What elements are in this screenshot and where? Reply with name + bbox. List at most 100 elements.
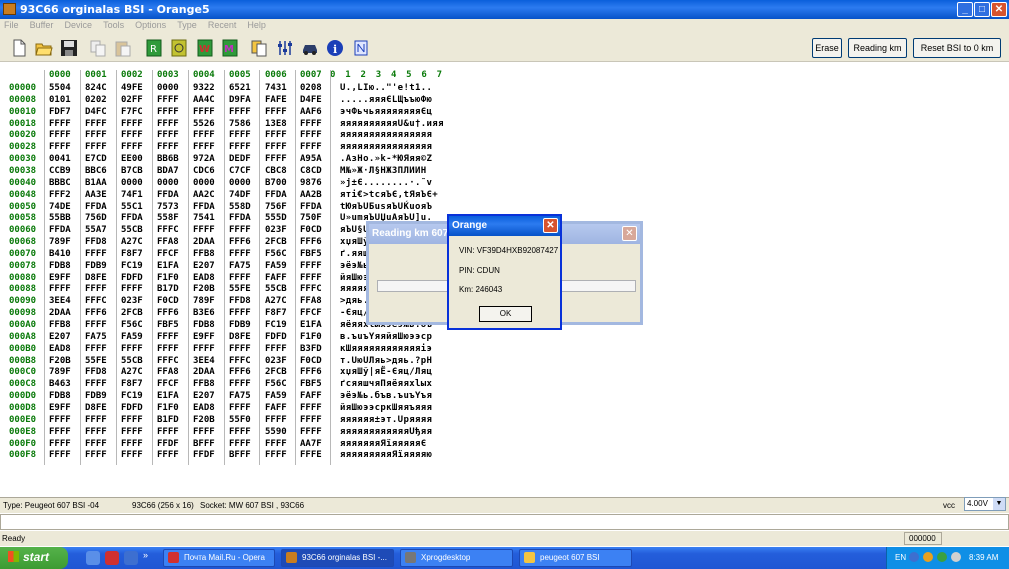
hex-cell[interactable]: FA75 xyxy=(229,261,251,271)
media-icon[interactable] xyxy=(124,551,138,565)
ascii-cell[interactable]: U.,LIю.."'e!t1.. xyxy=(340,83,432,93)
hex-cell[interactable]: FFF6 xyxy=(229,237,251,247)
hex-cell[interactable]: 0000 xyxy=(229,178,251,188)
hex-cell[interactable]: 55FE xyxy=(85,356,107,366)
menu-recent[interactable]: Recent xyxy=(204,19,241,30)
hex-cell[interactable]: F56C xyxy=(265,249,287,259)
hex-cell[interactable]: 2DAA xyxy=(193,367,215,377)
hex-cell[interactable]: FDB8 xyxy=(193,320,215,330)
hex-cell[interactable]: FAFF xyxy=(300,391,322,401)
hex-cell[interactable]: B3E6 xyxy=(193,308,215,318)
hex-cell[interactable]: 2DAA xyxy=(49,308,71,318)
hex-cell[interactable]: E9FF xyxy=(193,332,215,342)
hex-cell[interactable]: FFFF xyxy=(265,107,287,117)
hex-cell[interactable]: D4FE xyxy=(300,95,322,105)
hex-cell[interactable]: FFFF xyxy=(229,344,251,354)
hex-cell[interactable]: FDB9 xyxy=(85,391,107,401)
menu-tools[interactable]: Tools xyxy=(99,19,128,30)
hex-cell[interactable]: FFDA xyxy=(121,213,143,223)
hex-cell[interactable]: FFFF xyxy=(157,95,179,105)
hex-cell[interactable]: FFFF xyxy=(85,130,107,140)
close-icon[interactable]: ✕ xyxy=(543,218,558,233)
hex-cell[interactable]: FFDA xyxy=(265,190,287,200)
minimize-button[interactable]: _ xyxy=(957,2,973,17)
hex-cell[interactable]: 3EE4 xyxy=(49,296,71,306)
ascii-cell[interactable]: xџяШў|яЁ-Єяц/Ляц xyxy=(340,367,432,377)
menu-type[interactable]: Type xyxy=(173,19,201,30)
hex-cell[interactable]: FFFF xyxy=(229,403,251,413)
copy-buffer-icon[interactable] xyxy=(250,39,268,57)
hex-cell[interactable]: A27C xyxy=(121,367,143,377)
hex-cell[interactable]: F56C xyxy=(265,379,287,389)
hex-cell[interactable]: FFFF xyxy=(193,142,215,152)
open-icon[interactable] xyxy=(35,39,53,57)
hex-cell[interactable]: FFFF xyxy=(121,130,143,140)
hex-cell[interactable]: FFFC xyxy=(229,356,251,366)
hex-cell[interactable]: E9FF xyxy=(49,403,71,413)
hex-cell[interactable]: 5504 xyxy=(49,83,71,93)
hex-cell[interactable]: FFFF xyxy=(121,439,143,449)
hex-cell[interactable]: FFF6 xyxy=(157,308,179,318)
ascii-cell[interactable]: кШяяяяяяяяяяяяіэ xyxy=(340,344,432,354)
hex-cell[interactable]: FBF5 xyxy=(300,379,322,389)
hex-cell[interactable]: FFFF xyxy=(157,450,179,460)
ascii-cell[interactable]: эёэ№ь.бъв.ъuъYъя xyxy=(340,391,432,401)
hex-cell[interactable]: 0101 xyxy=(49,95,71,105)
hex-cell[interactable]: FFFF xyxy=(300,273,322,283)
hex-cell[interactable]: FFFF xyxy=(193,427,215,437)
hex-cell[interactable]: FFB8 xyxy=(193,379,215,389)
hex-cell[interactable]: FFFF xyxy=(85,439,107,449)
hex-cell[interactable]: FAFF xyxy=(265,273,287,283)
hex-cell[interactable]: FFF6 xyxy=(85,308,107,318)
hex-cell[interactable]: FFFF xyxy=(121,427,143,437)
hex-cell[interactable]: FFFE xyxy=(300,450,322,460)
hex-cell[interactable]: FA75 xyxy=(85,332,107,342)
hex-cell[interactable]: FFFC xyxy=(85,296,107,306)
new-icon[interactable] xyxy=(10,39,28,57)
hex-cell[interactable]: FFFF xyxy=(121,344,143,354)
hex-cell[interactable]: 023F xyxy=(265,225,287,235)
hex-cell[interactable]: 7431 xyxy=(265,83,287,93)
hex-cell[interactable]: BBC6 xyxy=(85,166,107,176)
hex-cell[interactable]: CCB9 xyxy=(49,166,71,176)
hex-cell[interactable]: F1F0 xyxy=(157,403,179,413)
hex-cell[interactable]: FFFF xyxy=(49,284,71,294)
close-icon[interactable]: ✕ xyxy=(622,226,637,241)
start-button[interactable]: start xyxy=(0,547,68,569)
volume-icon[interactable] xyxy=(951,552,961,562)
hex-cell[interactable]: 0000 xyxy=(157,83,179,93)
hex-cell[interactable]: 55BB xyxy=(49,213,71,223)
hex-cell[interactable]: FC19 xyxy=(121,391,143,401)
hex-cell[interactable]: FFD8 xyxy=(229,296,251,306)
hex-cell[interactable]: E1FA xyxy=(157,261,179,271)
hex-cell[interactable]: FFCF xyxy=(157,379,179,389)
hex-cell[interactable]: FBF5 xyxy=(157,320,179,330)
hex-cell[interactable]: BFFF xyxy=(193,439,215,449)
hex-cell[interactable]: FFB8 xyxy=(193,249,215,259)
hex-cell[interactable]: FFFF xyxy=(49,427,71,437)
hex-cell[interactable]: F8F7 xyxy=(121,249,143,259)
copy-icon[interactable] xyxy=(89,39,107,57)
hex-cell[interactable]: FAFE xyxy=(265,95,287,105)
menu-device[interactable]: Device xyxy=(61,19,97,30)
ascii-cell[interactable]: яяяяяяяяяяяяUђяя xyxy=(340,427,432,437)
hex-cell[interactable]: FFFC xyxy=(157,225,179,235)
hex-cell[interactable]: FFFF xyxy=(229,308,251,318)
hex-cell[interactable]: FFFF xyxy=(265,415,287,425)
ascii-cell[interactable]: tЮяЪUБusяЪUЌuoяЪ xyxy=(340,202,432,212)
reading-km-button[interactable]: Reading km xyxy=(848,38,907,58)
task-folder[interactable]: peugeot 607 BSI xyxy=(519,549,632,567)
hex-cell[interactable]: FFFF xyxy=(193,225,215,235)
hex-cell[interactable]: B7CB xyxy=(121,166,143,176)
hex-cell[interactable]: BDA7 xyxy=(157,166,179,176)
hex-cell[interactable]: FFCF xyxy=(300,308,322,318)
hex-cell[interactable]: FFFF xyxy=(121,415,143,425)
hex-cell[interactable]: F0CD xyxy=(157,296,179,306)
hex-cell[interactable]: F1F0 xyxy=(300,332,322,342)
hex-cell[interactable]: F8F7 xyxy=(121,379,143,389)
hex-cell[interactable]: A27C xyxy=(265,296,287,306)
hex-cell[interactable]: FFFF xyxy=(265,130,287,140)
hex-cell[interactable]: D8FE xyxy=(85,273,107,283)
hex-cell[interactable]: FFFF xyxy=(85,142,107,152)
hex-cell[interactable]: AA2C xyxy=(193,190,215,200)
